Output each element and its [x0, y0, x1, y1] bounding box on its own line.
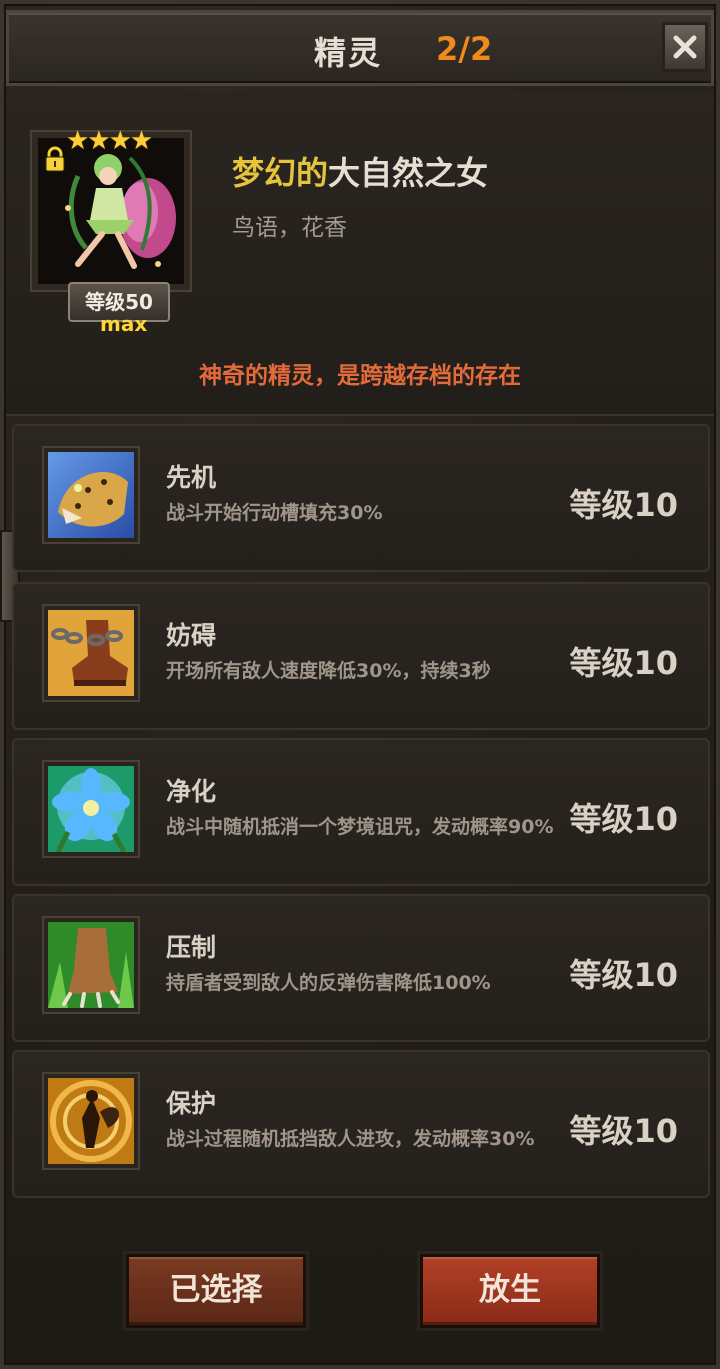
close-button[interactable] [662, 22, 708, 72]
window-title: 精灵 [314, 34, 383, 72]
skill-name: 先机 [166, 463, 217, 492]
chained-boot-icon [48, 610, 134, 696]
skill-level: 等级10 [569, 800, 678, 838]
skill-icon-frame [44, 606, 138, 700]
spirit-name-prefix: 梦幻的 [232, 154, 329, 192]
skill-description: 战斗开始行动槽填充30% [166, 502, 383, 524]
spirit-subtitle: 鸟语，花香 [232, 215, 347, 241]
star-rating: ★★★★ [66, 126, 153, 156]
skill-icon-frame [44, 448, 138, 542]
skill-name: 净化 [166, 777, 217, 806]
skill-row[interactable]: 净化 战斗中随机抵消一个梦境诅咒，发动概率90% 等级10 [12, 738, 710, 886]
close-icon [673, 35, 697, 59]
skill-icon-frame [44, 918, 138, 1012]
skill-level: 等级10 [569, 956, 678, 994]
spirit-name: 梦幻的大自然之女 [232, 148, 488, 194]
skill-description: 战斗中随机抵消一个梦境诅咒，发动概率90% [166, 816, 554, 838]
skill-description: 持盾者受到敌人的反弹伤害降低100% [166, 972, 491, 994]
skill-row[interactable]: 先机 战斗开始行动槽填充30% 等级10 [12, 424, 710, 572]
beast-claw-icon [48, 922, 134, 1008]
selected-button[interactable]: 已选择 [126, 1254, 306, 1328]
fairy-shield-icon [48, 1078, 134, 1164]
blue-flower-icon [48, 766, 134, 852]
skill-level: 等级10 [569, 486, 678, 524]
skill-icon-frame [44, 1074, 138, 1168]
skill-row[interactable]: 妨碍 开场所有敌人速度降低30%，持续3秒 等级10 [12, 582, 710, 730]
skill-level: 等级10 [569, 644, 678, 682]
level-max-label: max [100, 312, 148, 336]
spirit-name-main: 大自然之女 [328, 154, 489, 192]
skill-name: 压制 [166, 933, 217, 962]
skill-description: 战斗过程随机抵挡敌人进攻，发动概率30% [166, 1128, 535, 1150]
spirit-count: 2/2 [436, 30, 493, 68]
leopard-icon [48, 452, 134, 538]
spirit-description: 神奇的精灵，是跨越存档的存在 [199, 363, 521, 389]
skill-row[interactable]: 保护 战斗过程随机抵挡敌人进攻，发动概率30% 等级10 [12, 1050, 710, 1198]
lock-icon [45, 146, 65, 172]
skill-icon-frame [44, 762, 138, 856]
skill-name: 妨碍 [166, 621, 217, 650]
skill-name: 保护 [166, 1089, 217, 1118]
release-button[interactable]: 放生 [420, 1254, 600, 1328]
skill-level: 等级10 [569, 1112, 678, 1150]
skill-description: 开场所有敌人速度降低30%，持续3秒 [166, 660, 491, 682]
skill-row[interactable]: 压制 持盾者受到敌人的反弹伤害降低100% 等级10 [12, 894, 710, 1042]
